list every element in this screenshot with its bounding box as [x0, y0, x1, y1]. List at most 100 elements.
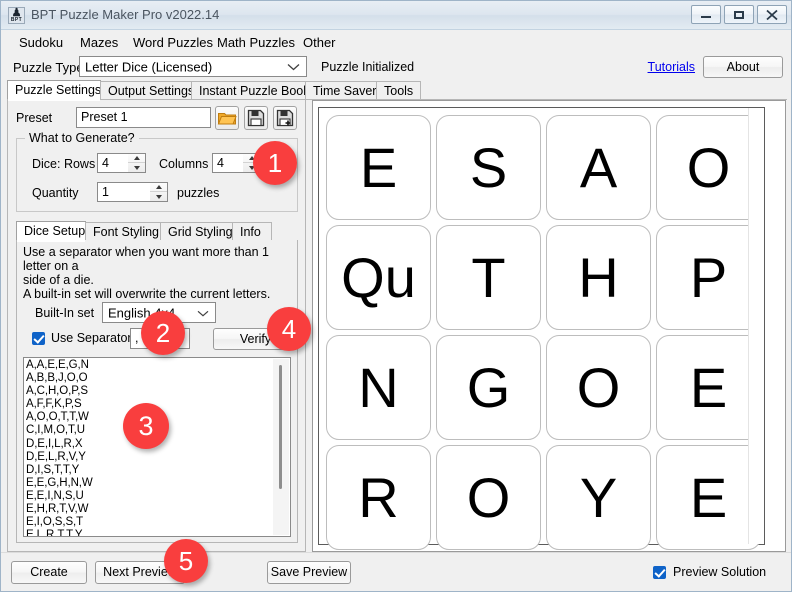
dice-rows-stepper-up[interactable] — [128, 154, 145, 163]
menu-item-math-puzzles[interactable]: Math Puzzles — [213, 33, 299, 52]
create-button[interactable]: Create — [11, 561, 87, 584]
die-cell: A — [546, 115, 651, 220]
dice-rows-stepper-down[interactable] — [128, 163, 145, 172]
letters-list-item[interactable]: E,E,G,H,N,W — [26, 477, 94, 490]
title-bar: ♟ BPT BPT Puzzle Maker Pro v2022.14 — [1, 1, 792, 30]
letters-list-item[interactable]: A,B,B,J,O,O — [26, 372, 94, 385]
help-line-3: A built-in set will overwrite the curren… — [23, 287, 295, 301]
tab-puzzle-settings[interactable]: Puzzle Settings — [7, 80, 101, 100]
tab-instant-puzzle-books[interactable]: Instant Puzzle Books — [191, 81, 306, 100]
preset-label: Preset — [16, 111, 52, 125]
chevron-down-icon — [287, 60, 300, 74]
letters-list-item[interactable]: A,C,H,O,P,S — [26, 385, 94, 398]
preview-solution-label: Preview Solution — [673, 565, 766, 579]
folder-open-icon[interactable] — [215, 106, 239, 130]
quantity-stepper[interactable] — [150, 182, 168, 202]
builtin-set-label: Built-In set — [35, 306, 94, 320]
die-cell: H — [546, 225, 651, 330]
dice-tab-strip: Dice Setup Font Styling Grid Styling Inf… — [16, 222, 298, 241]
menu-item-sudoku[interactable]: Sudoku — [15, 33, 67, 52]
preview-canvas[interactable]: ESAOQuTHPNGOEROYE — [318, 107, 765, 545]
puzzle-type-label: Puzzle Type — [13, 60, 84, 75]
dice-rows-input[interactable]: 4 — [97, 153, 129, 173]
quantity-stepper-up[interactable] — [150, 183, 167, 192]
puzzle-type-select[interactable]: Letter Dice (Licensed) — [79, 56, 307, 77]
letters-list-item[interactable]: E,I,O,S,S,T — [26, 516, 94, 529]
dice-grid: ESAOQuTHPNGOEROYE — [326, 115, 761, 550]
menu-bar: Sudoku Mazes Word Puzzles Math Puzzles O… — [1, 30, 792, 53]
preview-pane: ESAOQuTHPNGOEROYE — [312, 100, 786, 552]
die-cell: Y — [546, 445, 651, 550]
app-logo-icon: ♟ BPT — [8, 7, 25, 24]
quantity-label: Quantity — [32, 186, 79, 200]
minimize-button[interactable] — [691, 5, 721, 24]
menu-item-other[interactable]: Other — [299, 33, 340, 52]
letters-list-item[interactable]: E,L,R,T,T,Y — [26, 529, 94, 537]
letters-list-item[interactable]: D,I,S,T,T,Y — [26, 464, 94, 477]
quantity-stepper-down[interactable] — [150, 192, 167, 201]
letters-list-item[interactable]: A,O,O,T,T,W — [26, 411, 94, 424]
tutorials-link[interactable]: Tutorials — [648, 60, 695, 74]
puzzle-type-value: Letter Dice (Licensed) — [85, 59, 212, 74]
save-as-icon[interactable] — [273, 106, 297, 130]
tab-grid-styling[interactable]: Grid Styling — [160, 222, 233, 241]
die-cell: O — [546, 335, 651, 440]
letters-list-item[interactable]: A,F,F,K,P,S — [26, 398, 94, 411]
letters-list-item[interactable]: D,E,L,R,V,Y — [26, 451, 94, 464]
letters-list: A,A,E,E,G,NA,B,B,J,O,OA,C,H,O,P,SA,F,F,K… — [26, 359, 94, 537]
main-tab-strip: Puzzle Settings Output Settings Instant … — [7, 81, 787, 100]
menu-item-mazes[interactable]: Mazes — [76, 33, 122, 52]
die-cell: S — [436, 115, 541, 220]
menu-item-word-puzzles[interactable]: Word Puzzles — [129, 33, 217, 52]
letters-list-item[interactable]: D,E,I,L,R,X — [26, 438, 94, 451]
letters-list-item[interactable]: E,E,I,N,S,U — [26, 490, 94, 503]
die-cell: Qu — [326, 225, 431, 330]
quantity-input[interactable]: 1 — [97, 182, 151, 202]
use-separator-checkbox[interactable] — [32, 332, 45, 345]
puzzles-label: puzzles — [177, 186, 219, 200]
preview-scrollbar[interactable] — [748, 108, 764, 544]
letters-listbox-scroll-thumb[interactable] — [279, 365, 282, 489]
maximize-button[interactable] — [724, 5, 754, 24]
letters-list-item[interactable]: E,H,R,T,V,W — [26, 503, 94, 516]
close-button[interactable] — [757, 5, 787, 24]
columns-input[interactable]: 4 — [212, 153, 244, 173]
letters-listbox-scrollbar[interactable] — [273, 359, 289, 535]
application-window: ♟ BPT BPT Puzzle Maker Pro v2022.14 Sudo… — [0, 0, 792, 592]
columns-label: Columns — [159, 157, 208, 171]
die-cell: P — [656, 225, 761, 330]
preview-solution-checkbox[interactable] — [653, 566, 666, 579]
letters-listbox[interactable]: A,A,E,E,G,NA,B,B,J,O,OA,C,H,O,P,SA,F,F,K… — [23, 357, 291, 537]
help-line-2: side of a die. — [23, 273, 295, 287]
about-button[interactable]: About — [703, 56, 783, 78]
help-line-1: Use a separator when you want more than … — [23, 245, 295, 273]
use-separator-label: Use Separator — [51, 331, 132, 345]
chevron-down-icon — [197, 306, 209, 320]
die-cell: T — [436, 225, 541, 330]
die-cell: E — [326, 115, 431, 220]
tab-time-saver[interactable]: Time Saver — [305, 81, 377, 100]
window-title: BPT Puzzle Maker Pro v2022.14 — [31, 7, 219, 22]
annotation-badge-4: 4 — [267, 307, 311, 351]
tab-output-settings[interactable]: Output Settings — [100, 81, 192, 100]
annotation-badge-1: 1 — [253, 141, 297, 185]
preset-input[interactable]: Preset 1 — [76, 107, 211, 128]
dice-setup-panel: Use a separator when you want more than … — [16, 240, 298, 543]
tab-tools[interactable]: Tools — [376, 81, 421, 100]
die-cell: R — [326, 445, 431, 550]
active-inner-tab-joint — [17, 240, 85, 242]
tab-info[interactable]: Info — [232, 222, 272, 241]
tab-dice-setup[interactable]: Dice Setup — [16, 221, 86, 241]
tab-font-styling[interactable]: Font Styling — [85, 222, 161, 241]
save-preview-button[interactable]: Save Preview — [267, 561, 351, 584]
annotation-badge-5: 5 — [164, 539, 208, 583]
active-tab-joint — [8, 99, 100, 101]
save-icon[interactable] — [244, 106, 268, 130]
status-text: Puzzle Initialized — [321, 60, 414, 74]
annotation-badge-2: 2 — [141, 311, 185, 355]
letters-list-item[interactable]: C,I,M,O,T,U — [26, 424, 94, 437]
what-to-generate-caption: What to Generate? — [25, 131, 139, 145]
dice-rows-stepper[interactable] — [128, 153, 146, 173]
die-cell: E — [656, 335, 761, 440]
letters-list-item[interactable]: A,A,E,E,G,N — [26, 359, 94, 372]
